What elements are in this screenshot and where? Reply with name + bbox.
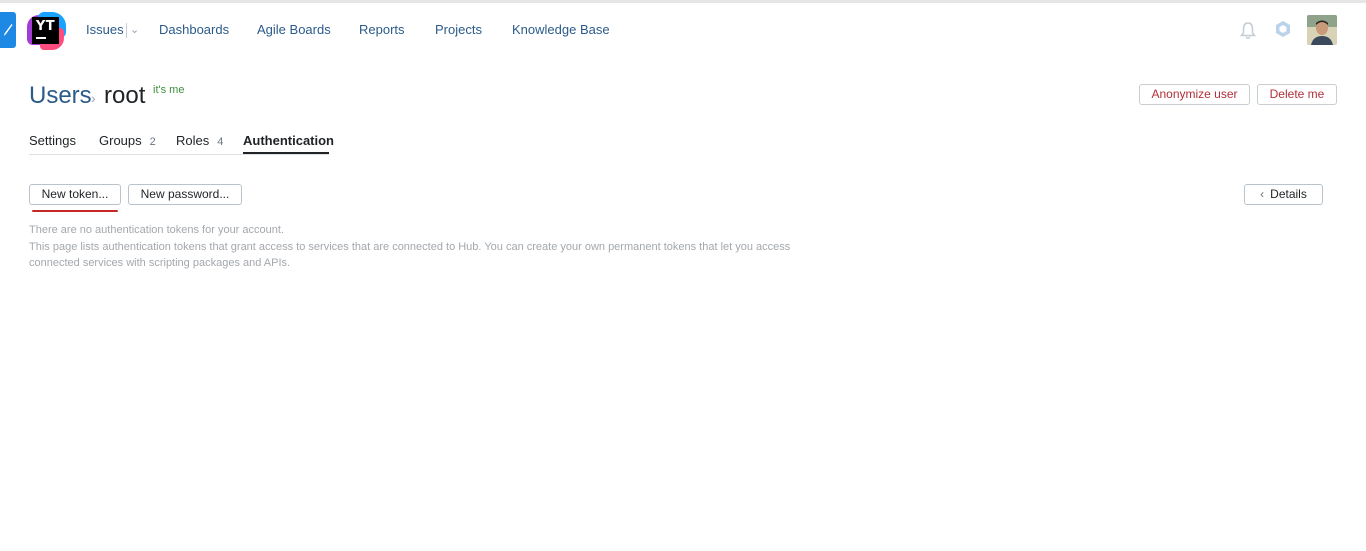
tabs-divider: [29, 154, 329, 155]
chevron-left-icon: ‹: [1260, 187, 1265, 201]
breadcrumb-chevron-icon: ›: [91, 90, 96, 106]
details-button[interactable]: ‹ Details: [1244, 184, 1323, 205]
nav-projects[interactable]: Projects: [435, 20, 482, 40]
pencil-icon[interactable]: [0, 12, 16, 48]
logo-text: YT: [35, 19, 56, 34]
tab-roles[interactable]: Roles 4: [176, 132, 223, 151]
anonymize-user-button[interactable]: Anonymize user: [1139, 84, 1250, 105]
empty-state-text: There are no authentication tokens for y…: [29, 224, 284, 236]
nav-agile-boards[interactable]: Agile Boards: [257, 20, 331, 40]
nav-reports[interactable]: Reports: [359, 20, 405, 40]
focus-indicator: [32, 210, 118, 212]
nav-knowledge-base[interactable]: Knowledge Base: [512, 20, 610, 40]
youtrack-logo[interactable]: YT: [27, 12, 67, 50]
info-text-line3: connected services with scripting packag…: [29, 257, 291, 269]
breadcrumb-users-link[interactable]: Users: [29, 82, 92, 110]
top-border: [0, 0, 1366, 3]
tab-groups[interactable]: Groups 2: [99, 132, 156, 151]
tab-authentication[interactable]: Authentication: [243, 132, 334, 150]
new-password-button[interactable]: New password...: [128, 184, 242, 205]
details-label: Details: [1270, 187, 1307, 201]
hub-hexagon-icon[interactable]: [1274, 20, 1292, 38]
tokens-info: There are no authentication tokens for y…: [29, 222, 829, 272]
page-title: root: [104, 82, 146, 109]
info-text-line2: This page lists authentication tokens th…: [29, 240, 791, 253]
new-token-button[interactable]: New token...: [29, 184, 121, 205]
notification-bell-icon[interactable]: [1239, 21, 1257, 40]
nav-dashboards[interactable]: Dashboards: [159, 20, 229, 40]
chevron-down-icon[interactable]: ⌄: [130, 23, 139, 37]
delete-me-button[interactable]: Delete me: [1257, 84, 1337, 105]
user-avatar[interactable]: [1307, 15, 1337, 45]
roles-count: 4: [217, 136, 224, 148]
nav-separator: [126, 23, 127, 38]
tab-settings[interactable]: Settings: [29, 132, 76, 150]
its-me-badge: it's me: [153, 84, 185, 96]
nav-issues[interactable]: Issues: [86, 20, 124, 40]
groups-count: 2: [149, 136, 156, 148]
